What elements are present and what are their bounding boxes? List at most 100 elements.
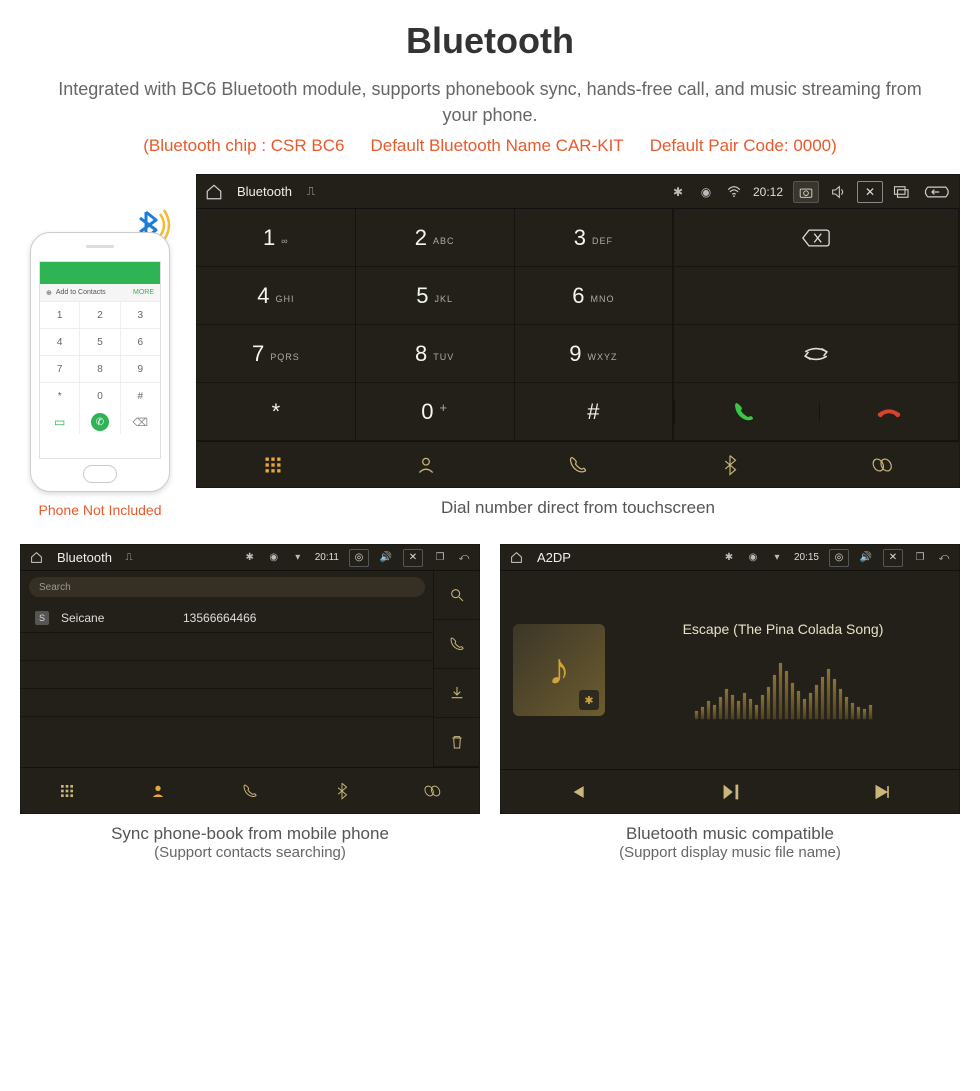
phonebook-topbar: Bluetooth ⎍ ✱ ◉ ▾ 20:11 ◎ 🔊 ✕ ❐ ⤺ [21,545,479,571]
next-track-icon[interactable] [806,770,959,813]
phonebook-bottom-nav [21,767,479,813]
phone-key: 6 [121,329,160,355]
volume-icon[interactable] [829,183,847,201]
nav-keypad-icon[interactable] [21,768,113,813]
volume-icon[interactable]: 🔊 [379,551,393,565]
dial-key-5[interactable]: 5JKL [356,267,515,325]
music-caption-sub: (Support display music file name) [500,844,960,861]
recent-apps-icon[interactable]: ❐ [913,551,927,565]
dial-key-*[interactable]: * [197,383,356,441]
dial-key-8[interactable]: 8TUV [356,325,515,383]
dial-key-0[interactable]: 0+ [356,383,515,441]
prev-track-icon[interactable] [501,770,654,813]
close-icon[interactable]: ✕ [883,549,903,567]
phone-key: 5 [80,329,119,355]
dial-key-3[interactable]: 3DEF [515,209,674,267]
spec-chip: (Bluetooth chip : CSR BC6 [143,136,344,156]
phone-key: 2 [80,302,119,328]
nav-pair-icon[interactable] [807,442,959,487]
dial-key-7[interactable]: 7PQRS [197,325,356,383]
call-actions [673,383,959,441]
bluetooth-icon: ✱ [722,551,736,565]
dial-key-9[interactable]: 9WXYZ [515,325,674,383]
usb-icon: ⎍ [302,183,320,201]
empty-cell [673,267,959,325]
hangup-button[interactable] [819,402,958,422]
phone-key: * [40,383,79,409]
bluetooth-badge-icon: ✱ [579,690,599,710]
side-search-icon[interactable] [433,571,479,620]
phonebook-title: Bluetooth [57,550,112,565]
phone-key: 9 [121,356,160,382]
side-call-icon[interactable] [433,620,479,669]
home-icon[interactable] [29,551,43,565]
contact-row[interactable]: SSeicane13566664466 [21,603,433,633]
call-button[interactable] [674,400,813,424]
phonebook-caption: Sync phone-book from mobile phone [20,824,480,844]
dial-key-4[interactable]: 4GHI [197,267,356,325]
side-download-icon[interactable] [433,669,479,718]
volume-icon[interactable]: 🔊 [859,551,873,565]
play-pause-icon[interactable] [654,770,807,813]
camera-icon[interactable] [793,181,819,203]
spec-line: (Bluetooth chip : CSR BC6 Default Blueto… [20,136,960,156]
dialer-bottom-nav [197,441,959,487]
phone-caption: Phone Not Included [39,502,162,518]
music-controls [501,769,959,813]
back-icon[interactable]: ⤺ [937,551,951,565]
phone-statusbar [40,262,160,284]
dial-key-6[interactable]: 6MNO [515,267,674,325]
page-title: Bluetooth [20,20,960,62]
phone-keypad: 123456789*0# [40,302,160,409]
location-icon: ◉ [267,551,281,565]
phone-call-icon: ✆ [80,410,119,434]
phone-video-icon: ▭ [40,410,79,434]
close-icon[interactable]: ✕ [857,181,883,203]
dialer-caption: Dial number direct from touchscreen [196,498,960,518]
nav-calls-icon[interactable] [204,768,296,813]
recent-apps-icon[interactable] [893,183,911,201]
home-icon[interactable] [205,183,223,201]
dialer-title: Bluetooth [237,184,292,199]
camera-icon[interactable]: ◎ [829,549,849,567]
home-icon[interactable] [509,551,523,565]
wifi-icon: ▾ [291,551,305,565]
side-delete-icon[interactable] [433,718,479,767]
phonebook-caption-sub: (Support contacts searching) [20,844,480,861]
nav-contacts-icon[interactable] [349,442,501,487]
bluetooth-icon: ✱ [669,183,687,201]
music-caption: Bluetooth music compatible [500,824,960,844]
dialer-topbar: Bluetooth ⎍ ✱ ◉ 20:12 ✕ [197,175,959,209]
music-note-icon: ♪ [548,645,570,695]
recent-apps-icon[interactable]: ❐ [433,551,447,565]
nav-calls-icon[interactable] [502,442,654,487]
nav-bluetooth-icon[interactable] [296,768,388,813]
swap-button[interactable] [673,325,959,383]
search-input[interactable]: Search [29,577,425,597]
phone-key: 8 [80,356,119,382]
nav-bluetooth-icon[interactable] [654,442,806,487]
dial-key-1[interactable]: 1∞ [197,209,356,267]
back-icon[interactable]: ⤺ [457,551,471,565]
camera-icon[interactable]: ◎ [349,549,369,567]
visualizer [619,647,947,719]
headunit-music: A2DP ✱ ◉ ▾ 20:15 ◎ 🔊 ✕ ❐ ⤺ ♪ ✱ [500,544,960,814]
phone-key: 7 [40,356,79,382]
location-icon: ◉ [746,551,760,565]
phone-add-contacts: ⊕Add to Contacts MORE [40,284,160,302]
dial-key-2[interactable]: 2ABC [356,209,515,267]
back-icon[interactable] [921,183,951,201]
spec-name: Default Bluetooth Name CAR-KIT [370,136,623,156]
close-icon[interactable]: ✕ [403,549,423,567]
album-art: ♪ ✱ [513,624,605,716]
phone-key: 1 [40,302,79,328]
nav-contacts-icon[interactable] [113,768,205,813]
track-title: Escape (The Pina Colada Song) [619,621,947,637]
phone-key: 3 [121,302,160,328]
nav-pair-icon[interactable] [387,768,479,813]
nav-keypad-icon[interactable] [197,442,349,487]
bluetooth-icon: ✱ [243,551,257,565]
dial-key-#[interactable]: # [515,383,674,441]
usb-icon: ⎍ [122,551,136,565]
backspace-button[interactable] [673,209,959,267]
